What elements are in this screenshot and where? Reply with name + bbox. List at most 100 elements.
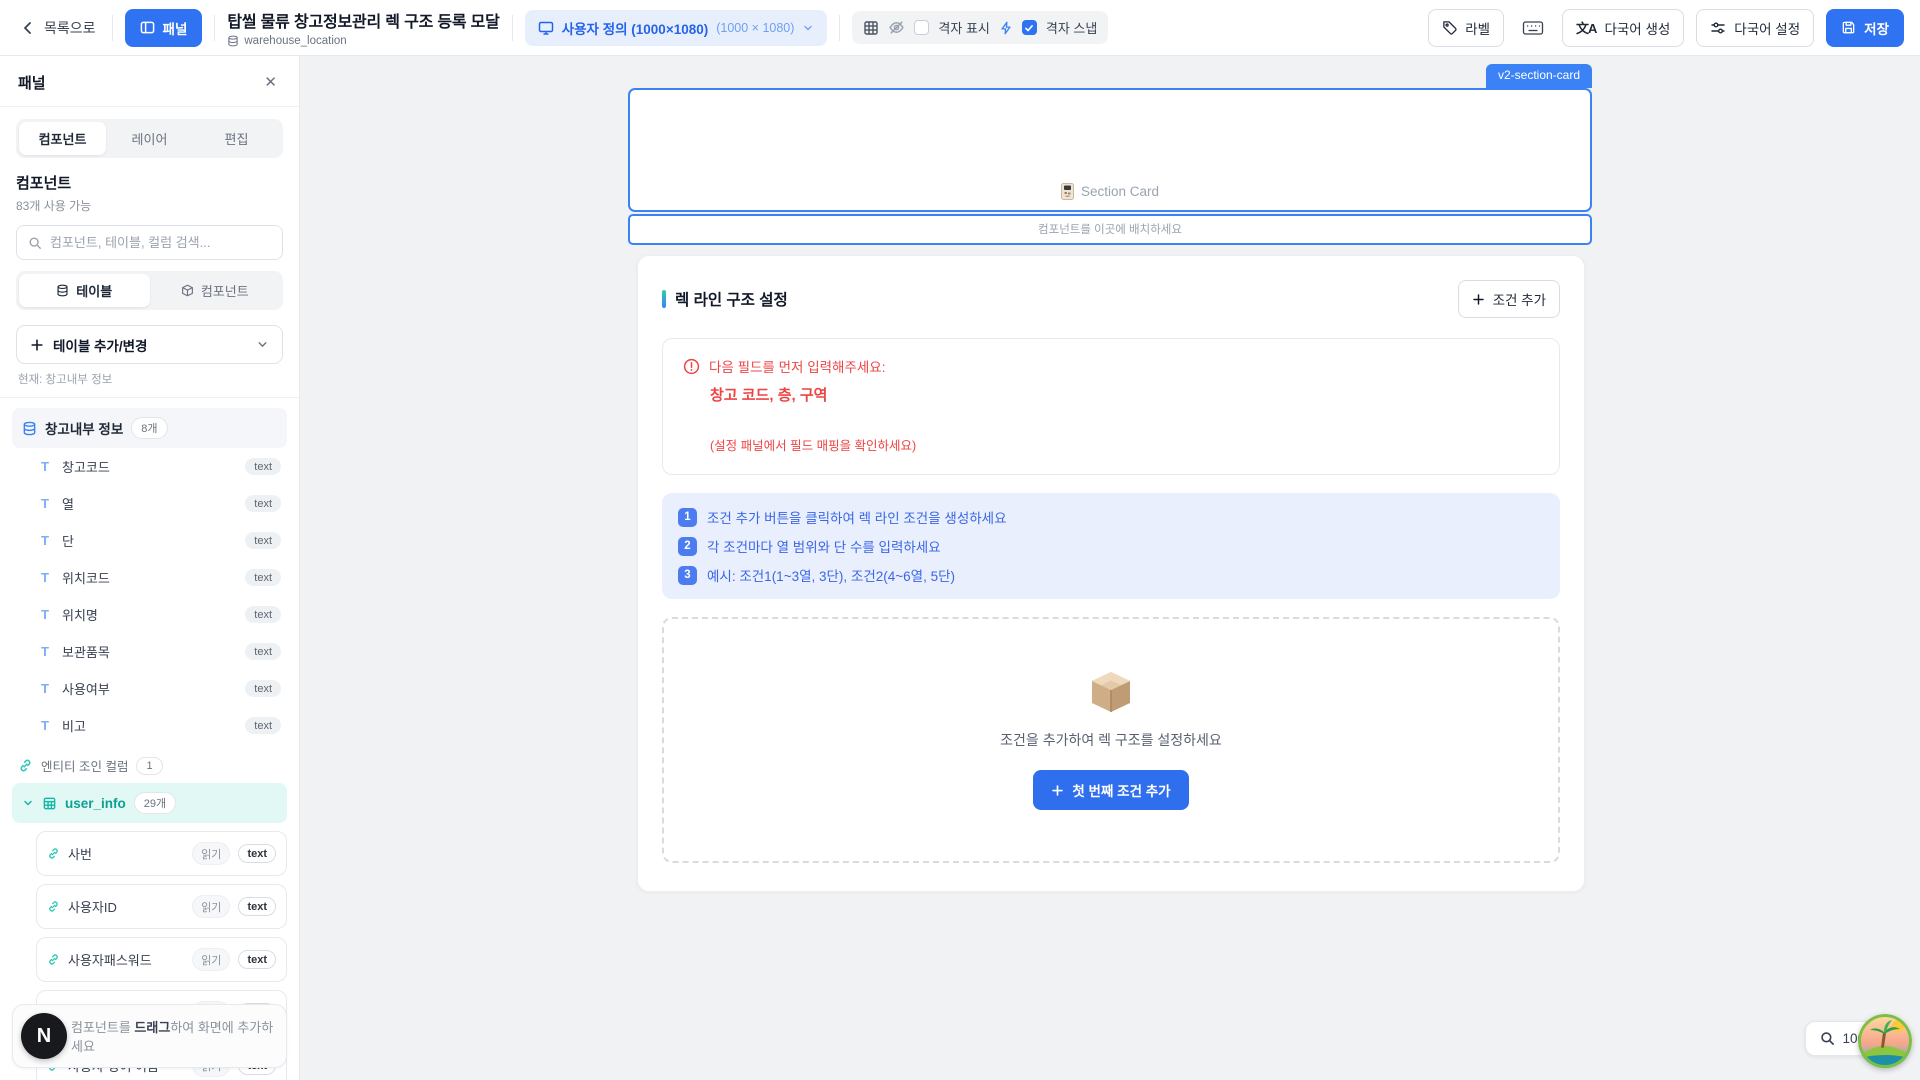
- text-type-icon: T: [38, 496, 52, 511]
- field-item[interactable]: T 비고 text: [12, 707, 287, 744]
- chevron-down-icon: [256, 338, 269, 351]
- label-button-text: 라벨: [1465, 18, 1490, 38]
- viewport-dimensions: (1000 × 1080): [716, 21, 794, 35]
- field-type-badge: text: [238, 897, 276, 916]
- field-name: 사용여부: [62, 679, 235, 698]
- section-card-placeholder[interactable]: 컴포넌트를 이곳에 배치하세요: [628, 214, 1592, 245]
- section-card-dropzone[interactable]: Section Card: [628, 88, 1592, 212]
- panel-label: 패널: [163, 18, 188, 38]
- label-button[interactable]: 라벨: [1428, 9, 1504, 47]
- i18n-generate-button[interactable]: 文A 다국어 생성: [1562, 9, 1684, 47]
- table-source-label: warehouse_location: [244, 35, 346, 47]
- grid-snap-checkbox[interactable]: [1022, 20, 1037, 35]
- page-subtitle: warehouse_location: [227, 35, 499, 47]
- divider: [214, 15, 215, 41]
- field-name: 단: [62, 531, 235, 550]
- entity-name: user_info: [65, 796, 126, 811]
- keyboard-shortcuts-button[interactable]: [1516, 11, 1550, 45]
- drag-tip-prefix: 컴포넌트를: [71, 1020, 134, 1035]
- step-text: 각 조건마다 열 범위와 단 수를 입력하세요: [707, 536, 941, 556]
- field-type-badge: text: [245, 717, 281, 734]
- text-type-icon: T: [38, 533, 52, 548]
- grid-show-checkbox[interactable]: [914, 20, 929, 35]
- section-card-label-row: Section Card: [630, 183, 1590, 200]
- readonly-badge: 읽기: [192, 842, 230, 865]
- add-condition-button[interactable]: 조건 추가: [1458, 280, 1560, 318]
- divider: [839, 15, 840, 41]
- i18n-settings-label: 다국어 설정: [1734, 18, 1800, 38]
- link-icon: [47, 900, 60, 913]
- field-list: 창고내부 정보 8개 T 창고코드 text T 열 text T 단 text…: [0, 398, 299, 1080]
- search-input[interactable]: [50, 235, 271, 250]
- instructions-box: 1 조건 추가 버튼을 클릭하여 렉 라인 조건을 생성하세요 2 각 조건마다…: [662, 493, 1560, 599]
- field-name: 열: [62, 494, 235, 513]
- step-text: 예시: 조건1(1~3열, 3단), 조건2(4~6열, 5단): [707, 565, 955, 585]
- i18n-settings-button[interactable]: 다국어 설정: [1696, 9, 1814, 47]
- monitor-icon: [538, 20, 554, 36]
- keyboard-icon: [1522, 19, 1544, 37]
- table-icon: [42, 796, 57, 811]
- text-type-icon: T: [38, 681, 52, 696]
- field-name: 비고: [62, 716, 235, 735]
- step-number-badge: 1: [678, 508, 697, 527]
- viewport-size-dropdown[interactable]: 사용자 정의 (1000×1080) (1000 × 1080): [525, 10, 828, 46]
- accent-bar: [662, 290, 666, 308]
- arrow-left-icon: [20, 20, 36, 36]
- entity-field-count: 29개: [134, 792, 176, 814]
- step-number-badge: 2: [678, 537, 697, 556]
- tab-edit[interactable]: 편집: [193, 122, 280, 155]
- field-item[interactable]: T 보관품목 text: [12, 633, 287, 670]
- tab-layers[interactable]: 레이어: [106, 122, 193, 155]
- empty-conditions-state: 조건을 추가하여 렉 구조를 설정하세요 첫 번째 조건 추가: [662, 617, 1560, 863]
- tab-components[interactable]: 컴포넌트: [19, 122, 106, 155]
- readonly-badge: 읽기: [192, 895, 230, 918]
- text-type-icon: T: [38, 644, 52, 659]
- back-to-list-button[interactable]: 목록으로: [16, 12, 100, 44]
- island-widget-icon[interactable]: [1858, 1014, 1912, 1068]
- page-title: 탑씰 물류 창고정보관리 렉 구조 등록 모달: [227, 8, 499, 32]
- section-card-tag[interactable]: v2-section-card: [1486, 64, 1592, 88]
- field-item[interactable]: T 위치명 text: [12, 596, 287, 633]
- components-heading: 컴포넌트: [16, 172, 283, 193]
- search-icon: [28, 236, 42, 250]
- field-item[interactable]: T 창고코드 text: [12, 448, 287, 485]
- step-row: 1 조건 추가 버튼을 클릭하여 렉 라인 조건을 생성하세요: [678, 507, 1544, 527]
- grid-icon[interactable]: [863, 20, 879, 36]
- package-box-icon: [1088, 670, 1134, 714]
- tab-components-source[interactable]: 컴포넌트: [150, 274, 281, 307]
- save-button[interactable]: 저장: [1826, 9, 1904, 47]
- components-panel: 패널 ✕ 컴포넌트 레이어 편집 컴포넌트 83개 사용 가능 테이블 컴포넌트…: [0, 56, 300, 1080]
- close-icon[interactable]: ✕: [260, 71, 281, 93]
- field-type-badge: text: [245, 680, 281, 697]
- drag-tip: N 컴포넌트를 드래그하여 화면에 추가하세요: [12, 1004, 287, 1068]
- text-type-icon: T: [38, 607, 52, 622]
- step-row: 2 각 조건마다 열 범위와 단 수를 입력하세요: [678, 536, 1544, 556]
- field-item[interactable]: T 단 text: [12, 522, 287, 559]
- field-item[interactable]: T 위치코드 text: [12, 559, 287, 596]
- field-item[interactable]: T 사용여부 text: [12, 670, 287, 707]
- alert-note: (설정 패널에서 필드 매핑을 확인하세요): [710, 435, 1539, 454]
- link-icon: [18, 758, 33, 773]
- component-search: [16, 225, 283, 260]
- database-icon: [227, 35, 239, 47]
- add-table-button[interactable]: 테이블 추가/변경: [16, 325, 283, 364]
- field-type-badge: text: [238, 950, 276, 969]
- empty-state-message: 조건을 추가하여 렉 구조를 설정하세요: [1000, 730, 1222, 750]
- tab-tables[interactable]: 테이블: [19, 274, 150, 307]
- join-field-item[interactable]: 사용자ID 읽기 text: [36, 884, 287, 929]
- alert-circle-icon: [683, 358, 700, 375]
- grid-show-label: 격자 표시: [938, 18, 989, 37]
- add-first-condition-button[interactable]: 첫 번째 조건 추가: [1033, 770, 1188, 810]
- title-block: 탑씰 물류 창고정보관리 렉 구조 등록 모달 warehouse_locati…: [227, 8, 499, 47]
- components-section: 컴포넌트 83개 사용 가능 테이블 컴포넌트: [0, 158, 299, 310]
- panel-toggle-button[interactable]: 패널: [125, 9, 203, 47]
- entity-user-info-row[interactable]: user_info 29개: [12, 783, 287, 823]
- panel-icon: [140, 20, 155, 35]
- join-field-item[interactable]: 사용자패스워드 읽기 text: [36, 937, 287, 982]
- entity-join-title: 엔티티 조인 컬럼: [41, 756, 128, 775]
- field-item[interactable]: T 열 text: [12, 485, 287, 522]
- eye-off-icon[interactable]: [888, 19, 905, 36]
- n-logo: N: [21, 1013, 67, 1059]
- table-group-header[interactable]: 창고내부 정보 8개: [12, 408, 287, 448]
- join-field-item[interactable]: 사번 읽기 text: [36, 831, 287, 876]
